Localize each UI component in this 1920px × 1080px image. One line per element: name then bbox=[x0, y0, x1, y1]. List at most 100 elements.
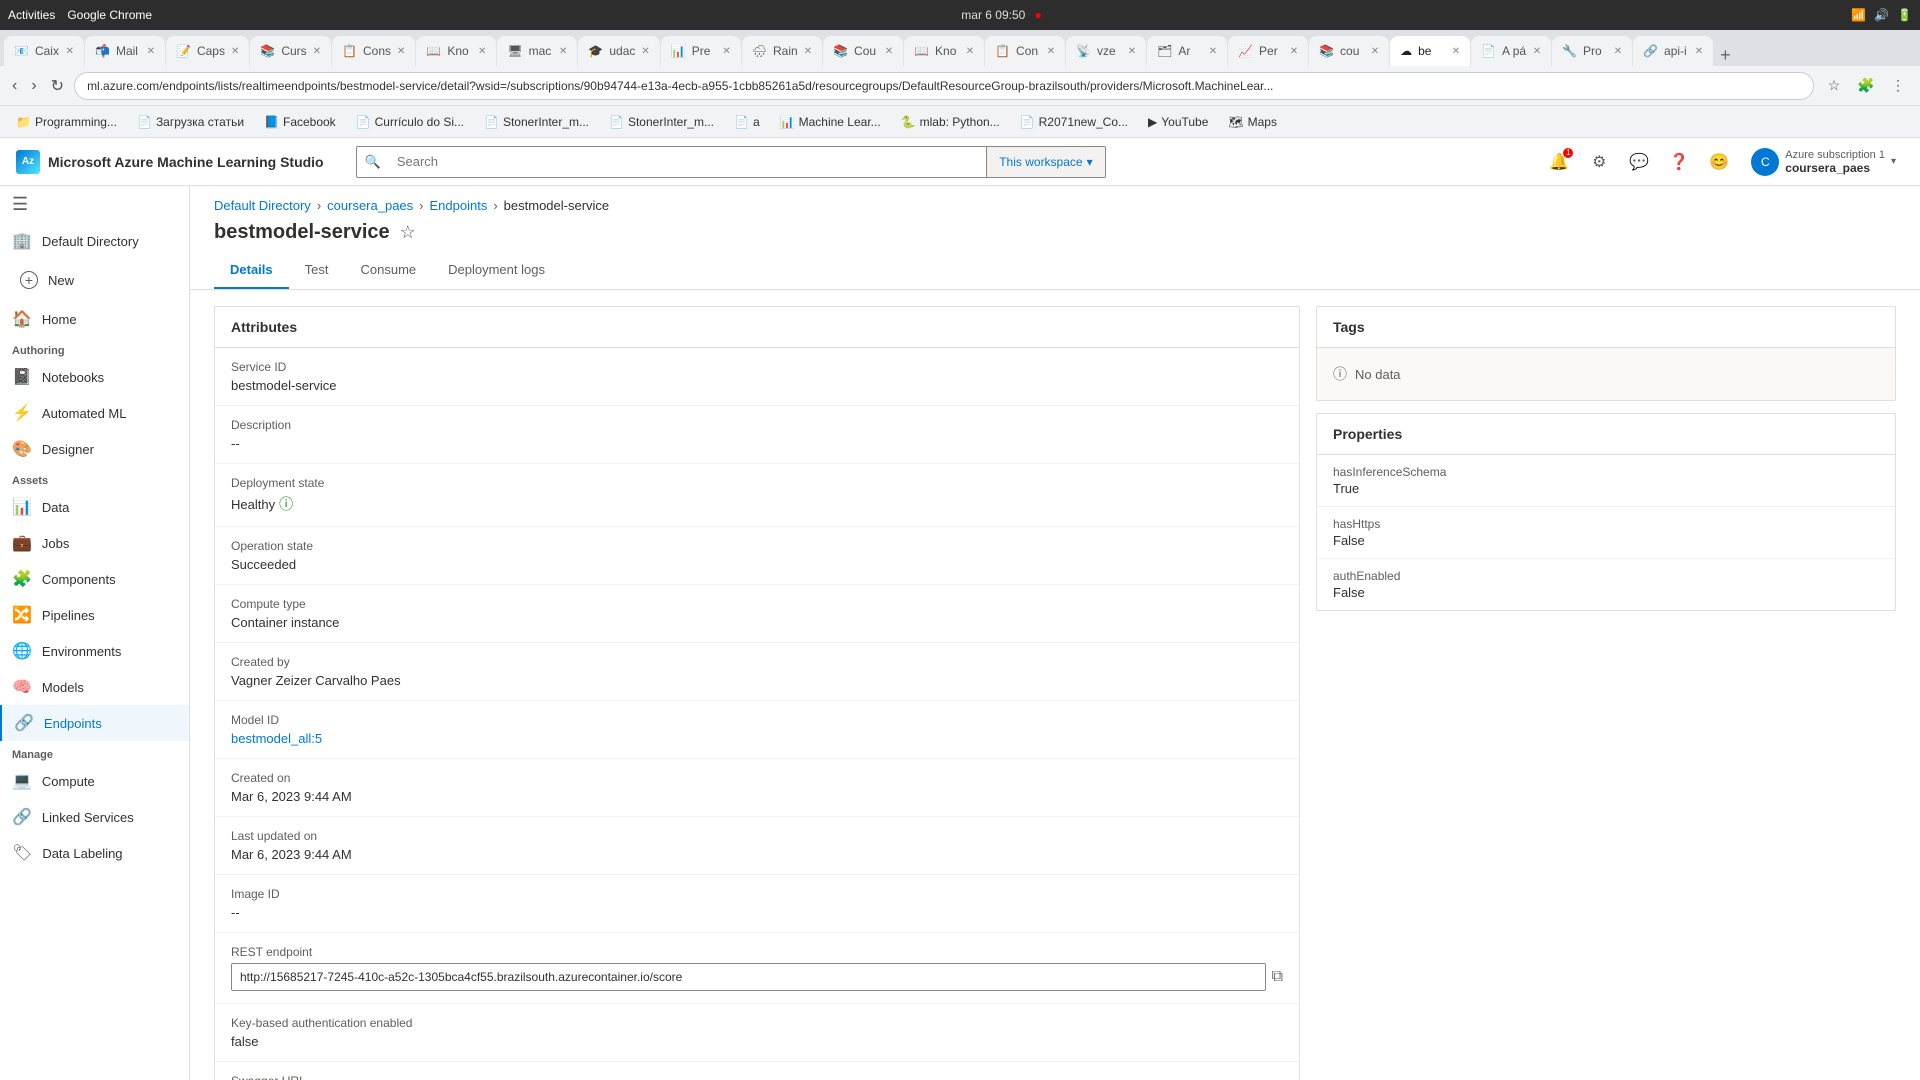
sidebar-item-pipelines[interactable]: 🔀 Pipelines bbox=[0, 597, 189, 633]
tab-vze[interactable]: 📡vze✕ bbox=[1066, 36, 1146, 66]
bookmark-stoner1[interactable]: 📄StonerInter_m... bbox=[476, 113, 597, 131]
tab-api[interactable]: 🔗api-i✕ bbox=[1633, 36, 1713, 66]
sidebar-new-button[interactable]: + New bbox=[8, 263, 181, 297]
browser-toolbar-icons: ☆ 🧩 ⋮ bbox=[1820, 72, 1912, 100]
url-bar[interactable] bbox=[74, 72, 1814, 100]
tab-details[interactable]: Details bbox=[214, 252, 289, 289]
tab-kno1[interactable]: 📖Kno✕ bbox=[416, 36, 496, 66]
bookmark-youtube[interactable]: ▶YouTube bbox=[1140, 113, 1216, 131]
bookmark-facebook[interactable]: 📘Facebook bbox=[256, 113, 344, 131]
breadcrumb-coursera[interactable]: coursera_paes bbox=[327, 198, 413, 213]
copy-endpoint-icon[interactable]: ⧉ bbox=[1272, 968, 1283, 986]
service-id-label: Service ID bbox=[231, 360, 1283, 374]
tab-apa[interactable]: 📄A pá✕ bbox=[1471, 36, 1551, 66]
tab-caix[interactable]: 📧Caix✕ bbox=[4, 36, 84, 66]
bookmark-star-icon[interactable]: ☆ bbox=[1820, 72, 1848, 100]
sidebar-toggle-button[interactable]: ☰ bbox=[0, 186, 189, 223]
tab-consume[interactable]: Consume bbox=[344, 252, 432, 289]
model-id-label: Model ID bbox=[231, 713, 1283, 727]
tab-rain[interactable]: 🌧Rain✕ bbox=[742, 36, 822, 66]
favorite-star-icon[interactable]: ☆ bbox=[400, 222, 416, 243]
new-tab-button[interactable]: + bbox=[1714, 45, 1737, 66]
sidebar-item-designer[interactable]: 🎨 Designer bbox=[0, 431, 189, 467]
sidebar-endpoints-label: Endpoints bbox=[44, 716, 102, 731]
browser-menu-icon[interactable]: ⋮ bbox=[1884, 72, 1912, 100]
tab-pre[interactable]: 📊Pre✕ bbox=[661, 36, 741, 66]
tab-curs[interactable]: 📚Curs✕ bbox=[250, 36, 331, 66]
breadcrumb-endpoints[interactable]: Endpoints bbox=[430, 198, 488, 213]
refresh-button[interactable]: ↻ bbox=[47, 72, 68, 100]
bookmark-r2071[interactable]: 📄R2071new_Co... bbox=[1012, 113, 1136, 131]
bookmark-stoner2[interactable]: 📄StonerInter_m... bbox=[601, 113, 722, 131]
settings-icon[interactable]: ⚙ bbox=[1583, 146, 1615, 178]
help-icon[interactable]: ❓ bbox=[1663, 146, 1695, 178]
search-input[interactable] bbox=[389, 154, 986, 169]
tab-cou1[interactable]: 📚Cou✕ bbox=[823, 36, 903, 66]
sidebar-item-linked-services[interactable]: 🔗 Linked Services bbox=[0, 799, 189, 835]
tab-cou2[interactable]: 📚cou✕ bbox=[1309, 36, 1389, 66]
sidebar-item-data[interactable]: 📊 Data bbox=[0, 489, 189, 525]
azure-ml-app: Az Microsoft Azure Machine Learning Stud… bbox=[0, 138, 1920, 1080]
account-button[interactable]: C Azure subscription 1 coursera_paes ▾ bbox=[1743, 144, 1904, 180]
bookmark-curriculo[interactable]: 📄Currículo do Si... bbox=[348, 113, 472, 131]
home-icon: 🏠 bbox=[12, 309, 32, 329]
tab-per[interactable]: 📈Per✕ bbox=[1228, 36, 1308, 66]
sidebar-pipelines-label: Pipelines bbox=[42, 608, 95, 623]
page-tabs: Details Test Consume Deployment logs bbox=[190, 252, 1920, 290]
emoji-icon[interactable]: 😊 bbox=[1703, 146, 1735, 178]
healthy-info-icon[interactable]: ⓘ bbox=[279, 494, 293, 514]
main-content: Default Directory › coursera_paes › Endp… bbox=[190, 186, 1920, 1080]
tab-be-active[interactable]: ☁be✕ bbox=[1390, 36, 1470, 66]
prop-key-https: hasHttps bbox=[1333, 517, 1879, 531]
right-panel: Tags ⓘ No data Properties hasInferenceSc… bbox=[1316, 306, 1896, 1080]
browser-extensions-icon[interactable]: 🧩 bbox=[1852, 72, 1880, 100]
bookmark-zagruzka[interactable]: 📄Загрузка статьи bbox=[129, 113, 252, 131]
tab-kno2[interactable]: 📖Kno✕ bbox=[904, 36, 984, 66]
sidebar-item-notebooks[interactable]: 📓 Notebooks bbox=[0, 359, 189, 395]
tab-cons[interactable]: 📋Cons✕ bbox=[332, 36, 415, 66]
feedback-icon[interactable]: 💬 bbox=[1623, 146, 1655, 178]
tab-udac[interactable]: 🎓udac✕ bbox=[578, 36, 659, 66]
browser-label[interactable]: Google Chrome bbox=[67, 8, 152, 22]
tab-con[interactable]: 📋Con✕ bbox=[985, 36, 1065, 66]
account-name: coursera_paes bbox=[1785, 161, 1885, 175]
header-search: 🔍 This workspace ▾ bbox=[356, 146, 1512, 178]
sidebar-item-endpoints[interactable]: 🔗 Endpoints bbox=[0, 705, 189, 741]
sidebar-item-environments[interactable]: 🌐 Environments bbox=[0, 633, 189, 669]
bookmark-programming[interactable]: 📁Programming... bbox=[8, 113, 125, 131]
sidebar-item-automated-ml[interactable]: ⚡ Automated ML bbox=[0, 395, 189, 431]
tab-mac[interactable]: 🖥mac✕ bbox=[497, 36, 577, 66]
prop-key-inference: hasInferenceSchema bbox=[1333, 465, 1879, 479]
sidebar-item-home[interactable]: 🏠 Home bbox=[0, 301, 189, 337]
breadcrumb-default-directory[interactable]: Default Directory bbox=[214, 198, 311, 213]
bookmark-ml[interactable]: 📊Machine Lear... bbox=[772, 113, 889, 131]
tab-deployment-logs[interactable]: Deployment logs bbox=[432, 252, 561, 289]
tab-mail[interactable]: 📬Mail✕ bbox=[85, 36, 165, 66]
app-header: Az Microsoft Azure Machine Learning Stud… bbox=[0, 138, 1920, 186]
sidebar-item-data-labeling[interactable]: 🏷 Data Labeling bbox=[0, 835, 189, 871]
rest-endpoint-input[interactable] bbox=[231, 963, 1266, 991]
search-workspace-button[interactable]: This workspace ▾ bbox=[986, 147, 1104, 177]
tab-pro[interactable]: 🔧Pro✕ bbox=[1552, 36, 1632, 66]
tab-ar[interactable]: 🗂Ar✕ bbox=[1147, 36, 1227, 66]
activities-label[interactable]: Activities bbox=[8, 8, 55, 22]
sidebar-item-compute[interactable]: 💻 Compute bbox=[0, 763, 189, 799]
tab-test[interactable]: Test bbox=[289, 252, 345, 289]
last-updated-value: Mar 6, 2023 9:44 AM bbox=[231, 847, 1283, 862]
sidebar-item-models[interactable]: 🧠 Models bbox=[0, 669, 189, 705]
bookmarks-bar: 📁Programming... 📄Загрузка статьи 📘Facebo… bbox=[0, 106, 1920, 138]
bookmark-maps[interactable]: 🗺Maps bbox=[1220, 113, 1285, 131]
sidebar-item-default-directory[interactable]: 🏢 Default Directory bbox=[0, 223, 189, 259]
sidebar-item-jobs[interactable]: 💼 Jobs bbox=[0, 525, 189, 561]
bookmark-a[interactable]: 📄a bbox=[726, 113, 768, 131]
data-icon: 📊 bbox=[12, 497, 32, 517]
prop-key-auth: authEnabled bbox=[1333, 569, 1879, 583]
tab-caps[interactable]: 📝Caps✕ bbox=[166, 36, 249, 66]
bookmark-mlab[interactable]: 🐍mlab: Python... bbox=[893, 113, 1008, 131]
key-auth-label: Key-based authentication enabled bbox=[231, 1016, 1283, 1030]
forward-button[interactable]: › bbox=[27, 73, 40, 99]
notifications-icon[interactable]: 🔔 1 bbox=[1543, 146, 1575, 178]
sidebar-item-components[interactable]: 🧩 Components bbox=[0, 561, 189, 597]
model-id-link[interactable]: bestmodel_all:5 bbox=[231, 731, 322, 746]
back-button[interactable]: ‹ bbox=[8, 73, 21, 99]
